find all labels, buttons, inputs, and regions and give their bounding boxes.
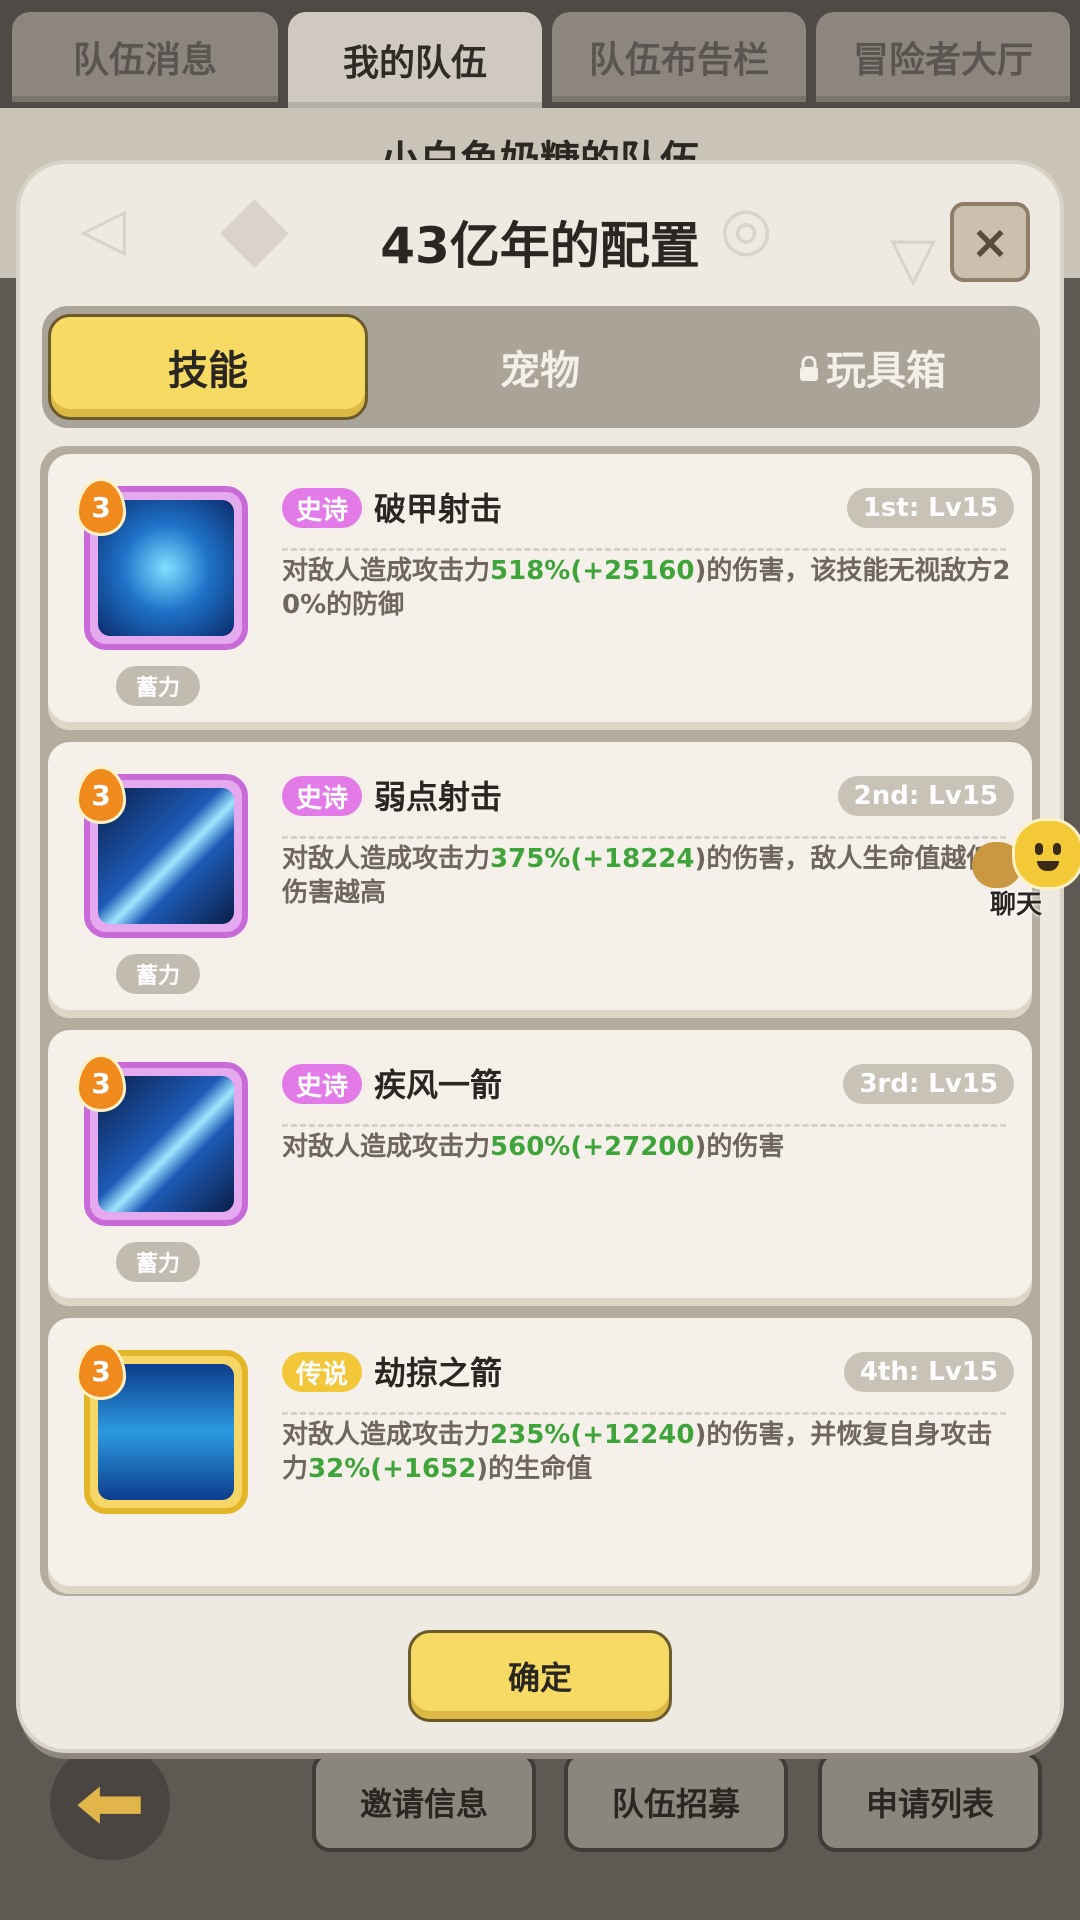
rarity-badge: 史诗 bbox=[282, 488, 363, 528]
rarity-badge: 传说 bbox=[282, 1352, 363, 1392]
skill-card[interactable]: 3 蓄力 史诗 弱点射击 2nd: Lv15 对敌人造成攻击力375%(+182… bbox=[48, 742, 1032, 1018]
config-modal: ◁ ◆ ◎ ▽ 43亿年的配置 × 技能 宠物 玩具箱 3 蓄力 史诗 破甲射击… bbox=[20, 164, 1060, 1749]
team-recruit-button[interactable]: 队伍招募 bbox=[564, 1752, 788, 1852]
tab-skill[interactable]: 技能 bbox=[48, 314, 368, 420]
skill-star-badge: 3 bbox=[76, 1054, 126, 1112]
tab-toybox-label: 玩具箱 bbox=[826, 348, 946, 394]
config-tab-bar: 技能 宠物 玩具箱 bbox=[42, 306, 1040, 428]
charge-tag: 蓄力 bbox=[116, 666, 200, 706]
rarity-badge: 史诗 bbox=[282, 1064, 363, 1104]
skill-star-badge: 3 bbox=[76, 478, 126, 536]
skill-card[interactable]: 3 蓄力 史诗 破甲射击 1st: Lv15 对敌人造成攻击力518%(+251… bbox=[48, 454, 1032, 730]
chat-label: 聊天 bbox=[990, 890, 1043, 920]
lock-icon bbox=[800, 356, 818, 381]
tab-team-board[interactable]: 队伍布告栏 bbox=[552, 12, 806, 102]
tab-my-team[interactable]: 我的队伍 bbox=[288, 12, 542, 108]
skill-icon-frame: 3 bbox=[76, 766, 248, 938]
skill-list: 3 蓄力 史诗 破甲射击 1st: Lv15 对敌人造成攻击力518%(+251… bbox=[40, 446, 1040, 1596]
skill-card[interactable]: 3 传说 劫掠之箭 4th: Lv15 对敌人造成攻击力235%(+12240)… bbox=[48, 1318, 1032, 1594]
close-button[interactable]: × bbox=[950, 202, 1030, 282]
slot-level-badge: 1st: Lv15 bbox=[846, 488, 1014, 528]
skill-name: 疾风一箭 bbox=[374, 1066, 503, 1104]
tab-team-messages[interactable]: 队伍消息 bbox=[12, 12, 278, 102]
divider bbox=[282, 548, 1006, 551]
divider bbox=[282, 836, 1006, 839]
slot-level-badge: 2nd: Lv15 bbox=[837, 776, 1014, 816]
skill-description: 对敌人造成攻击力375%(+18224)的伤害，敌人生命值越低伤害越高 bbox=[282, 844, 993, 908]
skill-description: 对敌人造成攻击力560%(+27200)的伤害 bbox=[282, 1132, 785, 1162]
smiley-icon bbox=[1012, 818, 1080, 890]
skill-icon-frame: 3 bbox=[76, 478, 248, 650]
skill-name: 劫掠之箭 bbox=[374, 1354, 503, 1392]
skill-icon-frame: 3 bbox=[76, 1054, 248, 1226]
skill-icon-frame: 3 bbox=[76, 1342, 248, 1514]
skill-star-badge: 3 bbox=[76, 766, 126, 824]
skill-name: 弱点射击 bbox=[374, 778, 503, 816]
tab-pet[interactable]: 宠物 bbox=[380, 314, 700, 420]
close-icon: × bbox=[970, 215, 1010, 269]
top-tab-bar: 队伍消息 我的队伍 队伍布告栏 冒险者大厅 bbox=[0, 0, 1080, 108]
modal-title: 43亿年的配置 bbox=[380, 217, 700, 275]
divider bbox=[282, 1124, 1006, 1127]
back-button[interactable]: ⬅ bbox=[50, 1745, 170, 1860]
skill-description: 对敌人造成攻击力518%(+25160)的伤害，该技能无视敌方20%的防御 bbox=[282, 556, 1011, 620]
invite-info-button[interactable]: 邀请信息 bbox=[312, 1752, 536, 1852]
confirm-button[interactable]: 确定 bbox=[408, 1630, 672, 1722]
chat-float-button[interactable]: 聊天 bbox=[972, 818, 1080, 920]
skill-card[interactable]: 3 蓄力 史诗 疾风一箭 3rd: Lv15 对敌人造成攻击力560%(+272… bbox=[48, 1030, 1032, 1306]
tab-toybox[interactable]: 玩具箱 bbox=[712, 314, 1032, 420]
charge-tag: 蓄力 bbox=[116, 954, 200, 994]
slot-level-badge: 3rd: Lv15 bbox=[843, 1064, 1014, 1104]
skill-star-badge: 3 bbox=[76, 1342, 126, 1400]
skill-description: 对敌人造成攻击力235%(+12240)的伤害，并恢复自身攻击力32%(+165… bbox=[282, 1420, 993, 1484]
charge-tag: 蓄力 bbox=[116, 1242, 200, 1282]
divider bbox=[282, 1412, 1006, 1415]
apply-list-button[interactable]: 申请列表 bbox=[818, 1752, 1042, 1852]
tab-adventurer-hall[interactable]: 冒险者大厅 bbox=[816, 12, 1070, 102]
rarity-badge: 史诗 bbox=[282, 776, 363, 816]
slot-level-badge: 4th: Lv15 bbox=[843, 1352, 1014, 1392]
skill-name: 破甲射击 bbox=[374, 490, 503, 528]
back-arrow-icon: ⬅ bbox=[74, 1761, 146, 1844]
